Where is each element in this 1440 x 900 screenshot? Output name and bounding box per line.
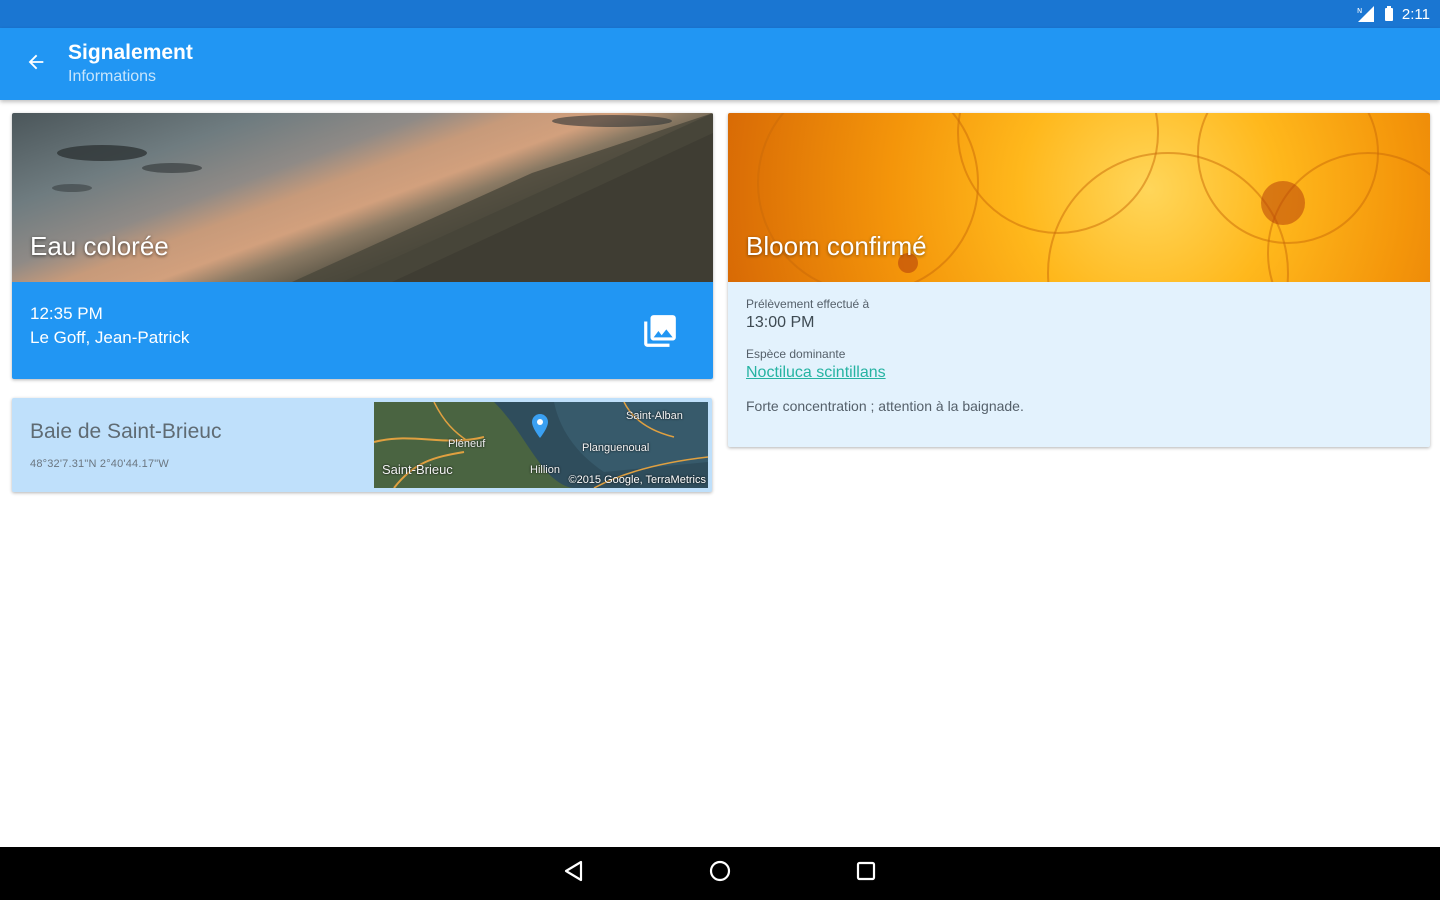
page-title: Signalement [68,41,193,64]
species-link[interactable]: Noctiluca scintillans [746,362,886,384]
bloom-card[interactable]: Bloom confirmé Prélèvement effectué à 13… [728,113,1430,447]
page-subtitle: Informations [68,68,157,85]
map-label-saint-alban: Saint-Alban [626,410,683,422]
map-credit: ©2015 Google, TerraMetrics [568,474,706,486]
nav-back-button[interactable] [556,856,592,892]
map-label-hillion: Hillion [530,464,560,476]
report-card[interactable]: Eau colorée 12:35 PM Le Goff, Jean-Patri… [12,113,713,379]
report-time: 12:35 PM [30,304,103,323]
report-author: Le Goff, Jean-Patrick [30,328,190,347]
app-bar: Signalement Informations [0,28,1440,100]
sampling-time: 13:00 PM [746,314,815,331]
status-bar: N 2:11 [0,0,1440,28]
nav-home-button[interactable] [702,856,738,892]
bloom-note: Forte concentration ; attention à la bai… [746,398,1024,414]
map-pin-icon [532,414,548,443]
back-button[interactable] [0,28,72,100]
gallery-button[interactable] [641,312,679,350]
system-nav-bar [0,847,1440,900]
map-label-saint-brieuc: Saint-Brieuc [382,462,453,477]
location-name: Baie de Saint-Brieuc [30,420,222,443]
map-thumbnail[interactable]: Saint-Alban Pléneuf Planguenoual Saint-B… [374,402,708,488]
clock: 2:11 [1401,5,1430,23]
bloom-details: Prélèvement effectué à 13:00 PM Espèce d… [728,282,1430,430]
triangle-back-icon [563,860,585,887]
circle-home-icon [708,859,732,888]
nav-recents-button[interactable] [848,856,884,892]
signal-icon: N [1356,6,1376,22]
report-hero-image: Eau colorée [12,113,713,282]
map-label-planguenoual: Planguenoual [582,442,650,454]
sampling-label: Prélèvement effectué à [746,297,870,311]
bloom-hero-image: Bloom confirmé [728,113,1430,282]
svg-text:N: N [1357,7,1362,15]
location-coordinates: 48°32'7.31"N 2°40'44.17"W [30,458,169,470]
report-footer: 12:35 PM Le Goff, Jean-Patrick [12,282,713,379]
species-label: Espèce dominante [746,347,846,361]
map-label-pleneuf: Pléneuf [448,438,486,450]
bloom-hero-title: Bloom confirmé [746,231,927,261]
report-hero-title: Eau colorée [30,231,169,261]
battery-icon [1384,6,1394,22]
location-card[interactable]: Baie de Saint-Brieuc 48°32'7.31"N 2°40'4… [12,398,712,492]
photo-library-icon [641,315,679,354]
square-recents-icon [855,860,877,887]
arrow-left-icon [25,51,47,78]
